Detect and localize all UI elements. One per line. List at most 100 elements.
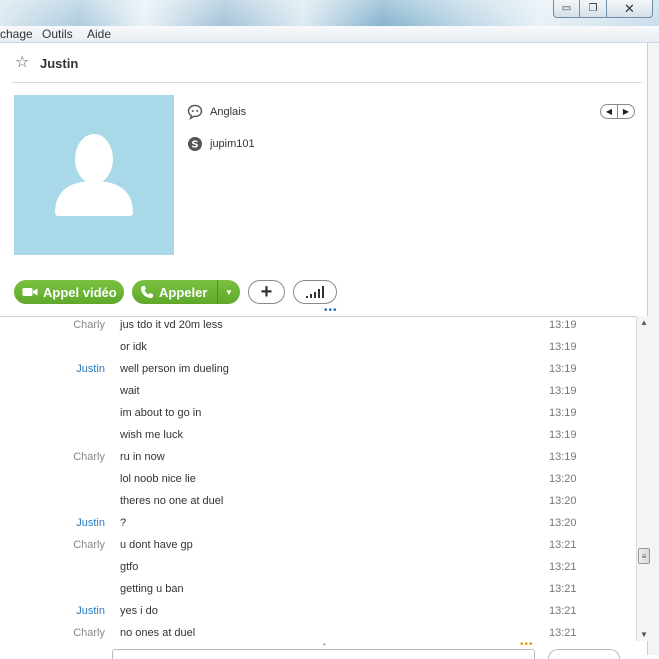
message-time: 13:19 bbox=[549, 341, 577, 353]
message-text: u dont have gp bbox=[120, 539, 193, 551]
compose-resize-handle[interactable]: • bbox=[323, 641, 326, 649]
chat-message: Charly no ones at duel 13:21 bbox=[0, 625, 636, 641]
maximize-button[interactable]: ❐ bbox=[580, 0, 607, 18]
chat-message: getting u ban 13:21 bbox=[0, 581, 636, 603]
message-time: 13:19 bbox=[549, 319, 577, 331]
message-text: theres no one at duel bbox=[120, 495, 224, 507]
default-avatar-icon bbox=[55, 134, 133, 216]
more-options-icon[interactable]: ••• bbox=[520, 640, 534, 650]
skype-icon: S bbox=[186, 135, 204, 153]
message-sender[interactable]: Justin bbox=[76, 517, 105, 529]
skype-id-row: S jupim101 bbox=[186, 135, 255, 153]
message-time: 13:20 bbox=[549, 495, 577, 507]
menu-item-help[interactable]: Aide bbox=[87, 27, 111, 41]
grip-icon: ≡ bbox=[641, 551, 647, 561]
chat-message: gtfo 13:21 bbox=[0, 559, 636, 581]
message-sender[interactable]: Charly bbox=[73, 451, 105, 463]
chat-message: or idk 13:19 bbox=[0, 339, 636, 361]
chat-message: theres no one at duel 13:20 bbox=[0, 493, 636, 515]
message-text: jus tdo it vd 20m less bbox=[120, 319, 223, 331]
add-button[interactable]: + bbox=[248, 280, 285, 304]
video-camera-icon bbox=[22, 286, 38, 298]
send-button[interactable] bbox=[548, 649, 620, 659]
message-time: 13:19 bbox=[549, 451, 577, 463]
minimize-button[interactable]: ▭ bbox=[553, 0, 580, 18]
compose-area: • ••• bbox=[0, 640, 647, 659]
message-text: ? bbox=[120, 517, 127, 529]
svg-text:S: S bbox=[191, 140, 198, 151]
chat-message: Charly u dont have gp 13:21 bbox=[0, 537, 636, 559]
video-call-label: Appel vidéo bbox=[43, 284, 117, 300]
call-quality-button[interactable] bbox=[293, 280, 337, 304]
video-call-button[interactable]: Appel vidéo bbox=[14, 280, 124, 304]
message-text: im about to go in bbox=[120, 407, 202, 419]
message-time: 13:20 bbox=[549, 517, 577, 529]
message-text: lol noob nice lie bbox=[120, 473, 196, 485]
scrollbar-thumb[interactable]: ≡ bbox=[638, 548, 650, 564]
message-time: 13:19 bbox=[549, 363, 577, 375]
chat-message: Charly ru in now 13:19 bbox=[0, 449, 636, 471]
profile-pager: ◀ ▶ bbox=[600, 104, 635, 119]
message-text: gtfo bbox=[120, 561, 139, 573]
chat-message: Justin well person im dueling 13:19 bbox=[0, 361, 636, 383]
minimize-icon: ▭ bbox=[561, 3, 572, 14]
call-button[interactable]: Appeler ▼ bbox=[132, 280, 240, 304]
message-time: 13:21 bbox=[549, 627, 577, 639]
chat-message: Charly jus tdo it vd 20m less 13:19 bbox=[0, 317, 636, 339]
skype-id-label: jupim101 bbox=[210, 138, 255, 150]
message-input[interactable] bbox=[112, 649, 535, 659]
scroll-down-icon[interactable]: ▼ bbox=[637, 630, 651, 639]
phone-icon bbox=[140, 285, 154, 299]
message-text: or idk bbox=[120, 341, 147, 353]
panel-resize-handle[interactable]: ••• bbox=[324, 305, 338, 316]
message-time: 13:20 bbox=[549, 473, 577, 485]
message-text: getting u ban bbox=[120, 583, 184, 595]
message-text: yes i do bbox=[120, 605, 158, 617]
chat-history: Charly jus tdo it vd 20m less 13:19 or i… bbox=[0, 316, 636, 641]
chat-message: lol noob nice lie 13:20 bbox=[0, 471, 636, 493]
call-label: Appeler bbox=[159, 284, 208, 300]
language-label: Anglais bbox=[210, 106, 247, 118]
chat-scrollbar[interactable]: ▲ ≡ ▼ bbox=[636, 316, 651, 641]
message-time: 13:21 bbox=[549, 605, 577, 617]
header-divider bbox=[12, 82, 642, 83]
message-text: wish me luck bbox=[120, 429, 183, 441]
message-time: 13:19 bbox=[549, 429, 577, 441]
restore-icon: ❐ bbox=[588, 3, 598, 14]
speech-bubble-icon bbox=[186, 103, 204, 121]
message-time: 13:21 bbox=[549, 539, 577, 551]
avatar bbox=[14, 95, 174, 255]
chat-message: Justin yes i do 13:21 bbox=[0, 603, 636, 625]
message-time: 13:19 bbox=[549, 385, 577, 397]
message-time: 13:21 bbox=[549, 583, 577, 595]
window-controls: ▭ ❐ ✕ bbox=[553, 0, 653, 18]
plus-icon: + bbox=[260, 280, 273, 303]
message-text: no ones at duel bbox=[120, 627, 196, 639]
close-button[interactable]: ✕ bbox=[607, 0, 653, 18]
window-titlebar: ▭ ❐ ✕ bbox=[0, 0, 659, 26]
message-sender[interactable]: Justin bbox=[76, 605, 105, 617]
signal-bars-icon bbox=[306, 286, 324, 298]
chat-message: wish me luck 13:19 bbox=[0, 427, 636, 449]
chat-message: im about to go in 13:19 bbox=[0, 405, 636, 427]
menu-bar: chage Outils Aide bbox=[0, 26, 659, 43]
next-arrow-icon[interactable]: ▶ bbox=[617, 105, 634, 118]
menu-item-display[interactable]: chage bbox=[0, 27, 33, 41]
message-sender[interactable]: Justin bbox=[76, 363, 105, 375]
menu-item-tools[interactable]: Outils bbox=[42, 27, 73, 41]
call-options-dropdown[interactable]: ▼ bbox=[217, 280, 240, 304]
message-text: well person im dueling bbox=[120, 363, 229, 375]
previous-arrow-icon[interactable]: ◀ bbox=[601, 105, 617, 118]
scroll-up-icon[interactable]: ▲ bbox=[637, 318, 651, 327]
close-icon: ✕ bbox=[624, 0, 635, 16]
chat-message: Justin ? 13:20 bbox=[0, 515, 636, 537]
message-time: 13:19 bbox=[549, 407, 577, 419]
contact-header: ☆ Justin bbox=[0, 43, 647, 83]
message-sender[interactable]: Charly bbox=[73, 319, 105, 331]
message-text: ru in now bbox=[120, 451, 165, 463]
message-sender[interactable]: Charly bbox=[73, 627, 105, 639]
star-icon[interactable]: ☆ bbox=[15, 55, 29, 71]
message-text: wait bbox=[120, 385, 140, 397]
chevron-down-icon: ▼ bbox=[225, 287, 233, 297]
message-sender[interactable]: Charly bbox=[73, 539, 105, 551]
